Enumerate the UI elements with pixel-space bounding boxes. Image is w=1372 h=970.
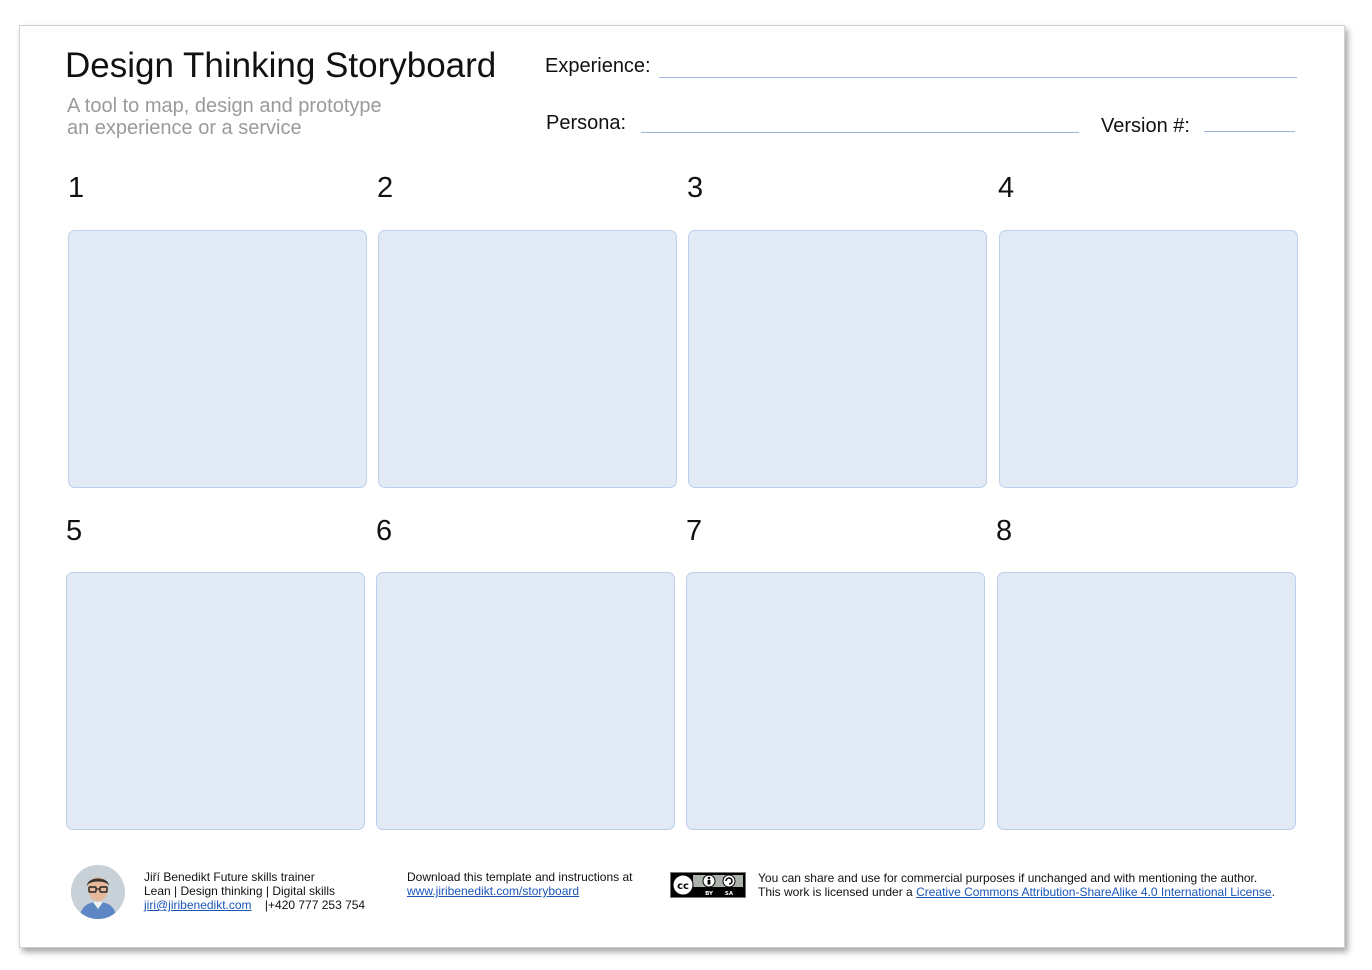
storyboard-frame-1[interactable] xyxy=(68,230,367,488)
storyboard-frame-4[interactable] xyxy=(999,230,1298,488)
storyboard-frame-7[interactable] xyxy=(686,572,985,830)
experience-label: Experience: xyxy=(545,55,651,77)
download-text: Download this template and instructions … xyxy=(407,870,633,884)
persona-label: Persona: xyxy=(546,112,627,134)
cc-license-badge[interactable]: cc BY SA xyxy=(670,872,746,898)
storyboard-frame-6[interactable] xyxy=(376,572,675,830)
cc-by-label: BY xyxy=(705,891,714,897)
cc-by-sa-icon: cc BY SA xyxy=(671,873,745,897)
storyboard-frame-5[interactable] xyxy=(66,572,365,830)
author-email-link[interactable]: jiri@jiribenedikt.com xyxy=(144,898,252,912)
author-name: Jiří Benedikt Future skills trainer xyxy=(144,870,315,884)
author-phone: |+420 777 253 754 xyxy=(264,898,366,912)
storyboard-sheet: Design Thinking Storyboard A tool to map… xyxy=(19,25,1345,948)
storyboard-frame-8[interactable] xyxy=(997,572,1296,830)
experience-field[interactable] xyxy=(659,77,1297,78)
frame-number-7: 7 xyxy=(686,515,703,547)
download-link-text[interactable]: www.jiribenedikt.com/storyboard xyxy=(407,884,579,898)
license-line-2: This work is licensed under a Creative C… xyxy=(758,885,1275,899)
svg-text:cc: cc xyxy=(677,881,689,892)
frame-number-2: 2 xyxy=(377,172,394,204)
version-field[interactable] xyxy=(1204,131,1295,132)
frame-number-1: 1 xyxy=(68,172,85,204)
storyboard-frame-2[interactable] xyxy=(378,230,677,488)
version-label: Version #: xyxy=(1101,115,1190,137)
frame-number-3: 3 xyxy=(687,172,704,204)
persona-field[interactable] xyxy=(641,132,1079,133)
cc-sa-label: SA xyxy=(725,891,734,897)
page-subtitle: A tool to map, design and prototype an e… xyxy=(67,95,382,139)
author-photo-icon xyxy=(71,865,125,919)
license-line-1: You can share and use for commercial pur… xyxy=(758,871,1258,885)
storyboard-frame-3[interactable] xyxy=(688,230,987,488)
frame-number-6: 6 xyxy=(376,515,393,547)
subtitle-line-1: A tool to map, design and prototype xyxy=(67,95,382,117)
page-title: Design Thinking Storyboard xyxy=(65,46,497,85)
frame-number-5: 5 xyxy=(66,515,83,547)
license-prefix: This work is licensed under a xyxy=(758,885,917,899)
frame-number-8: 8 xyxy=(996,515,1013,547)
author-contact: jiri@jiribenedikt.com |+420 777 253 754 xyxy=(144,898,365,912)
frame-number-4: 4 xyxy=(998,172,1015,204)
author-avatar xyxy=(71,865,125,919)
subtitle-line-2: an experience or a service xyxy=(67,117,302,139)
license-suffix: . xyxy=(1271,885,1275,899)
download-link[interactable]: www.jiribenedikt.com/storyboard xyxy=(407,884,579,898)
license-link[interactable]: Creative Commons Attribution-ShareAlike … xyxy=(916,885,1272,899)
author-skills: Lean | Design thinking | Digital skills xyxy=(144,884,335,898)
